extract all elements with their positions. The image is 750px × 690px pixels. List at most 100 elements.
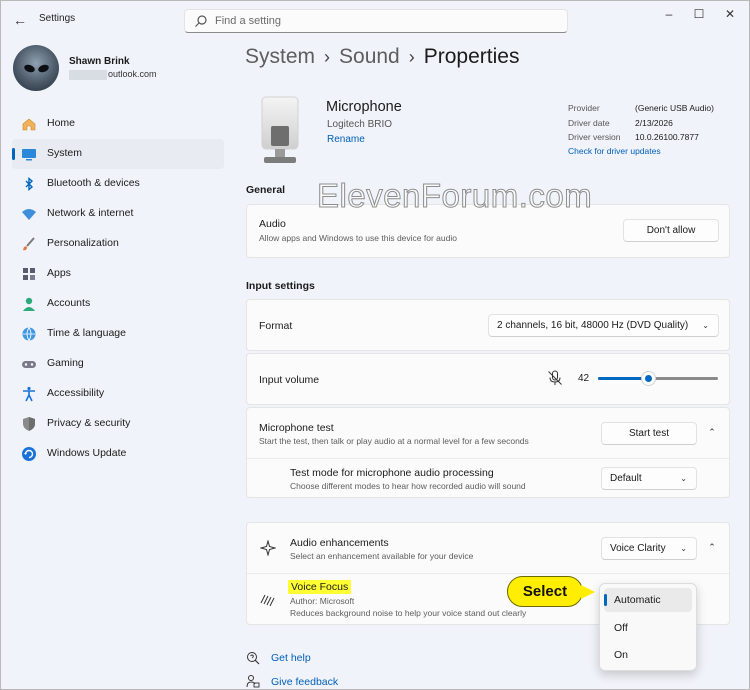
test-mode-title: Test mode for microphone audio processin…: [290, 467, 494, 479]
title-bar: ← Settings Find a setting – ☐ ✕: [1, 1, 749, 39]
test-mode-select[interactable]: Default ⌄: [601, 467, 697, 490]
format-card: Format 2 channels, 16 bit, 48000 Hz (DVD…: [246, 299, 730, 351]
mic-test-title: Microphone test: [259, 422, 334, 434]
search-box[interactable]: Find a setting: [184, 9, 568, 33]
wifi-icon: [22, 209, 36, 220]
feedback-icon: [246, 675, 260, 688]
sidebar-item-privacy[interactable]: Privacy & security: [12, 409, 224, 439]
sidebar-item-windows-update[interactable]: Windows Update: [12, 439, 224, 469]
rename-link[interactable]: Rename: [327, 134, 365, 145]
user-name: Shawn Brink: [69, 56, 130, 67]
check-driver-updates-link[interactable]: Check for driver updates: [568, 144, 661, 159]
accessibility-icon: [23, 386, 35, 402]
dropdown-option-off[interactable]: Off: [604, 616, 692, 640]
app-title: Settings: [39, 13, 76, 24]
sidebar-item-network[interactable]: Network & internet: [12, 199, 224, 229]
divider: [247, 458, 729, 459]
breadcrumb-sound[interactable]: Sound: [339, 45, 400, 68]
chevron-down-icon: ⌄: [702, 321, 709, 330]
dropdown-option-on[interactable]: On: [604, 643, 692, 667]
home-icon: [22, 118, 36, 131]
audio-enhancements-title: Audio enhancements: [290, 537, 389, 549]
dropdown-option-automatic[interactable]: Automatic: [604, 588, 692, 612]
input-volume-value: 42: [578, 373, 590, 384]
chevron-down-icon: ⌄: [680, 544, 687, 553]
audio-title: Audio: [259, 218, 286, 230]
sidebar-item-personalization[interactable]: Personalization: [12, 229, 224, 259]
sidebar-item-system[interactable]: System: [12, 139, 224, 169]
page-title: Properties: [423, 45, 520, 68]
user-email: outlook.com: [69, 69, 157, 80]
dont-allow-button[interactable]: Don't allow: [623, 219, 719, 242]
minimize-button[interactable]: –: [659, 7, 679, 23]
format-label: Format: [259, 320, 293, 332]
breadcrumb-system[interactable]: System: [245, 45, 315, 68]
give-feedback-link[interactable]: Give feedback: [271, 676, 338, 688]
format-select[interactable]: 2 channels, 16 bit, 48000 Hz (DVD Qualit…: [488, 314, 719, 337]
accounts-icon: [23, 297, 35, 311]
back-arrow-icon[interactable]: ←: [11, 11, 29, 29]
audio-enhancements-select[interactable]: Voice Clarity ⌄: [601, 537, 697, 560]
sidebar-item-bluetooth[interactable]: Bluetooth & devices: [12, 169, 224, 199]
maximize-button[interactable]: ☐: [689, 7, 709, 23]
microphone-test-card: Microphone test Start the test, then tal…: [246, 407, 730, 498]
system-icon: [22, 149, 36, 161]
sidebar-item-apps[interactable]: Apps: [12, 259, 224, 289]
chevron-right-icon: ›: [324, 47, 331, 67]
gamepad-icon: [22, 361, 36, 368]
apps-icon: [23, 268, 35, 280]
microphone-muted-icon[interactable]: [547, 370, 563, 386]
input-settings-heading: Input settings: [246, 280, 315, 292]
input-volume-label: Input volume: [259, 374, 320, 386]
voice-focus-title: Voice Focus: [288, 580, 352, 594]
help-icon: [247, 652, 260, 665]
start-test-button[interactable]: Start test: [601, 422, 697, 445]
update-icon: [22, 447, 36, 461]
voice-focus-author: Author: Microsoft: [290, 596, 355, 606]
driver-version-label: Driver version: [568, 132, 621, 142]
voice-focus-icon: [260, 594, 275, 607]
enhancement-options-dropdown: Automatic Off On: [599, 583, 697, 671]
divider: [247, 573, 729, 574]
sidebar-item-gaming[interactable]: Gaming: [12, 349, 224, 379]
get-help-link[interactable]: Get help: [271, 652, 311, 664]
sidebar-nav: Home System Bluetooth & devices Network …: [12, 109, 224, 469]
driver-date-label: Driver date: [568, 117, 610, 128]
provider-label: Provider: [568, 103, 600, 113]
breadcrumb: System › Sound › Properties: [245, 45, 519, 69]
sidebar-item-accessibility[interactable]: Accessibility: [12, 379, 224, 409]
test-mode-subtitle: Choose different modes to hear how recor…: [290, 481, 526, 491]
sparkle-icon: [260, 540, 276, 556]
settings-window: ← Settings Find a setting – ☐ ✕ Shawn Br…: [0, 0, 750, 690]
select-callout: Select: [507, 576, 583, 607]
audio-enhancements-subtitle: Select an enhancement available for your…: [290, 551, 474, 561]
voice-focus-description: Reduces background noise to help your vo…: [290, 608, 527, 618]
chevron-down-icon: ⌄: [680, 474, 687, 483]
slider-thumb[interactable]: [641, 371, 656, 386]
mic-test-subtitle: Start the test, then talk or play audio …: [259, 436, 529, 446]
brush-icon: [23, 237, 35, 251]
driver-date-value: 2/13/2026: [635, 117, 673, 128]
general-heading: General: [246, 184, 286, 196]
avatar[interactable]: [13, 45, 59, 91]
microphone-device-icon: [261, 96, 299, 163]
globe-icon: [22, 327, 36, 342]
sidebar-item-home[interactable]: Home: [12, 109, 224, 139]
chevron-up-icon[interactable]: ⌃: [706, 427, 718, 439]
callout-arrow: [581, 585, 595, 599]
device-name: Microphone: [326, 99, 402, 115]
audio-card: Audio Allow apps and Windows to use this…: [246, 204, 730, 258]
chevron-up-icon[interactable]: ⌃: [706, 542, 718, 554]
search-icon: [195, 15, 207, 27]
sidebar-item-accounts[interactable]: Accounts: [12, 289, 224, 319]
audio-subtitle: Allow apps and Windows to use this devic…: [259, 233, 457, 243]
chevron-right-icon: ›: [408, 47, 415, 67]
input-volume-slider[interactable]: [598, 371, 718, 386]
device-model: Logitech BRIO: [327, 119, 393, 130]
driver-version-value: 10.0.26100.7877: [635, 132, 699, 142]
close-button[interactable]: ✕: [720, 7, 740, 23]
sidebar-item-time[interactable]: Time & language: [12, 319, 224, 349]
provider-value: (Generic USB Audio): [635, 103, 714, 113]
search-placeholder: Find a setting: [215, 15, 282, 27]
shield-icon: [23, 417, 35, 431]
